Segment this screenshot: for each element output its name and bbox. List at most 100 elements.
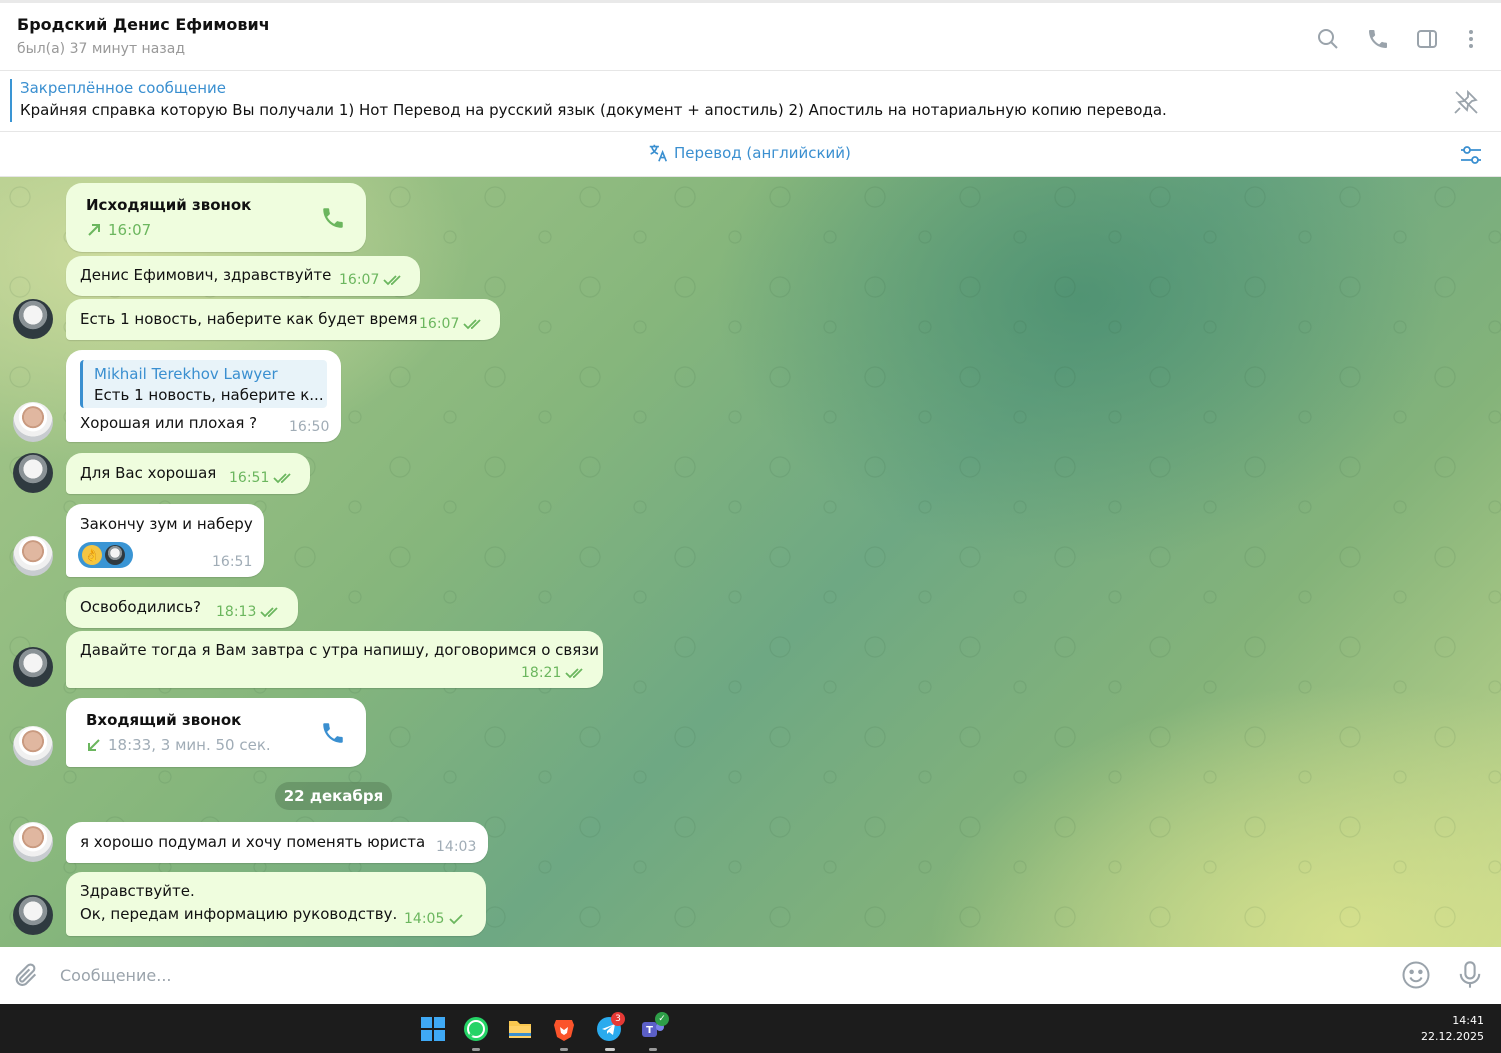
message-incoming-call[interactable]: Входящий звонок 18:33, 3 мин. 50 сек. [66, 698, 366, 767]
single-check-icon [449, 914, 463, 925]
more-vertical-icon[interactable] [1457, 25, 1485, 53]
call-time: 16:07 [108, 221, 152, 239]
message-text: Денис Ефимович, здравствуйте [80, 266, 332, 284]
reaction-avatar [105, 545, 125, 565]
chat-area[interactable]: Исходящий звонок 16:07 Денис Ефимович, з… [0, 177, 1501, 947]
message-text: Освободились? [80, 598, 202, 616]
message-outgoing[interactable]: Есть 1 новость, наберите как будет время… [66, 299, 500, 340]
message-meta: 16:07 [419, 316, 485, 332]
translate-button[interactable]: Перевод (английский) [647, 142, 851, 164]
system-clock[interactable]: 14:41 22.12.2025 [1421, 1013, 1484, 1045]
double-check-icon [565, 668, 583, 679]
call-title: Входящий звонок [86, 711, 242, 729]
call-phone-icon[interactable] [320, 205, 346, 231]
message-text: Хорошая или плохая ? [80, 414, 258, 432]
avatar[interactable] [13, 895, 53, 935]
pinned-title: Закреплённое сообщение [20, 79, 227, 97]
avatar[interactable] [13, 647, 53, 687]
call-phone-icon[interactable] [320, 720, 346, 746]
message-incoming[interactable]: я хорошо подумал и хочу поменять юриста … [66, 822, 488, 863]
message-meta: 18:13 [216, 604, 282, 620]
call-info: 18:33, 3 мин. 50 сек. [86, 736, 271, 754]
double-check-icon [260, 607, 278, 618]
arrow-incoming-icon [88, 739, 100, 751]
message-outgoing[interactable]: Освободились? 18:13 [66, 587, 298, 628]
reply-text: Есть 1 новость, наберите к... [94, 386, 324, 404]
message-time: 14:05 [404, 911, 445, 927]
message-time: 16:50 [289, 419, 330, 435]
message-text: Для Вас хорошая [80, 464, 217, 482]
avatar[interactable] [13, 453, 53, 493]
arrow-outgoing-icon [88, 224, 100, 236]
reply-quote[interactable]: Mikhail Terekhov Lawyer Есть 1 новость, … [80, 360, 327, 408]
translate-settings-icon[interactable] [1458, 142, 1484, 168]
message-meta: 16:07 [339, 272, 405, 288]
message-time: 16:07 [339, 272, 380, 288]
call-info: 16:07 [86, 221, 151, 239]
unpin-icon[interactable] [1451, 87, 1481, 117]
avatar[interactable] [13, 536, 53, 576]
double-check-icon [383, 275, 401, 286]
message-input[interactable] [60, 957, 1360, 993]
attach-icon[interactable] [12, 961, 40, 989]
clock-date: 22.12.2025 [1421, 1030, 1484, 1043]
message-outgoing[interactable]: Для Вас хорошая 16:51 [66, 453, 310, 494]
avatar[interactable] [13, 402, 53, 442]
phone-icon[interactable] [1364, 25, 1392, 53]
message-time: 16:07 [419, 316, 460, 332]
message-time: 14:03 [436, 839, 477, 855]
message-text: Давайте тогда я Вам завтра с утра напишу… [80, 641, 599, 659]
message-time: 18:21 [521, 665, 562, 681]
svg-text:T: T [646, 1025, 653, 1036]
message-text: я хорошо подумал и хочу поменять юриста [80, 833, 426, 851]
message-text: Закончу зум и наберу [80, 515, 253, 533]
message-time: 16:51 [212, 554, 253, 570]
avatar[interactable] [13, 726, 53, 766]
taskbar: 3 T ✓ 14:41 22.12.2025 [0, 1004, 1501, 1053]
call-time: 18:33, 3 мин. 50 сек. [108, 736, 271, 754]
taskbar-indicator-active [605, 1048, 615, 1051]
date-separator: 22 декабря [275, 782, 392, 810]
chat-status: был(а) 37 минут назад [17, 41, 185, 57]
message-outgoing[interactable]: Здравствуйте. Ок, передам информацию рук… [66, 872, 486, 936]
message-outgoing[interactable]: Давайте тогда я Вам завтра с утра напишу… [66, 631, 603, 688]
translate-icon [649, 144, 668, 162]
message-time: 18:13 [216, 604, 257, 620]
telegram-unread-badge: 3 [611, 1012, 625, 1026]
double-check-icon [463, 319, 481, 330]
whatsapp-icon[interactable] [463, 1016, 489, 1042]
message-text-line1: Здравствуйте. [80, 882, 195, 900]
reaction-badge[interactable]: 👌 [78, 542, 133, 568]
taskbar-indicator [472, 1048, 480, 1051]
avatar[interactable] [13, 299, 53, 339]
teams-status-check-icon: ✓ [655, 1012, 669, 1026]
message-outgoing-call[interactable]: Исходящий звонок 16:07 [66, 183, 366, 252]
chat-header: Бродский Денис Ефимович был(а) 37 минут … [0, 0, 1501, 71]
taskbar-indicator [560, 1048, 568, 1051]
message-incoming-reply[interactable]: Mikhail Terekhov Lawyer Есть 1 новость, … [66, 350, 341, 442]
message-meta: 14:05 [404, 911, 464, 927]
double-check-icon [273, 473, 291, 484]
pinned-bar [10, 79, 12, 122]
message-outgoing[interactable]: Денис Ефимович, здравствуйте 16:07 [66, 256, 420, 296]
pinned-message[interactable]: Закреплённое сообщение Крайняя справка к… [0, 71, 1501, 132]
windows-start-icon[interactable] [420, 1016, 446, 1042]
emoji-icon[interactable] [1401, 960, 1431, 990]
chat-title[interactable]: Бродский Денис Ефимович [17, 15, 270, 34]
brave-browser-icon[interactable] [551, 1016, 577, 1042]
message-time: 16:51 [229, 470, 270, 486]
message-text-line2: Ок, передам информацию руководству. [80, 905, 398, 923]
message-text: Есть 1 новость, наберите как будет время [80, 310, 418, 328]
reaction-emoji: 👌 [82, 545, 102, 565]
message-meta: 18:21 [521, 665, 587, 681]
taskbar-indicator [649, 1048, 657, 1051]
search-icon[interactable] [1314, 25, 1342, 53]
message-composer [0, 947, 1501, 1004]
call-title: Исходящий звонок [86, 196, 252, 214]
microphone-icon[interactable] [1456, 960, 1484, 990]
sidebar-toggle-icon[interactable] [1413, 25, 1441, 53]
file-explorer-icon[interactable] [507, 1016, 533, 1042]
message-incoming[interactable]: Закончу зум и наберу 👌 16:51 [66, 504, 264, 577]
avatar[interactable] [13, 822, 53, 862]
clock-time: 14:41 [1452, 1014, 1484, 1027]
